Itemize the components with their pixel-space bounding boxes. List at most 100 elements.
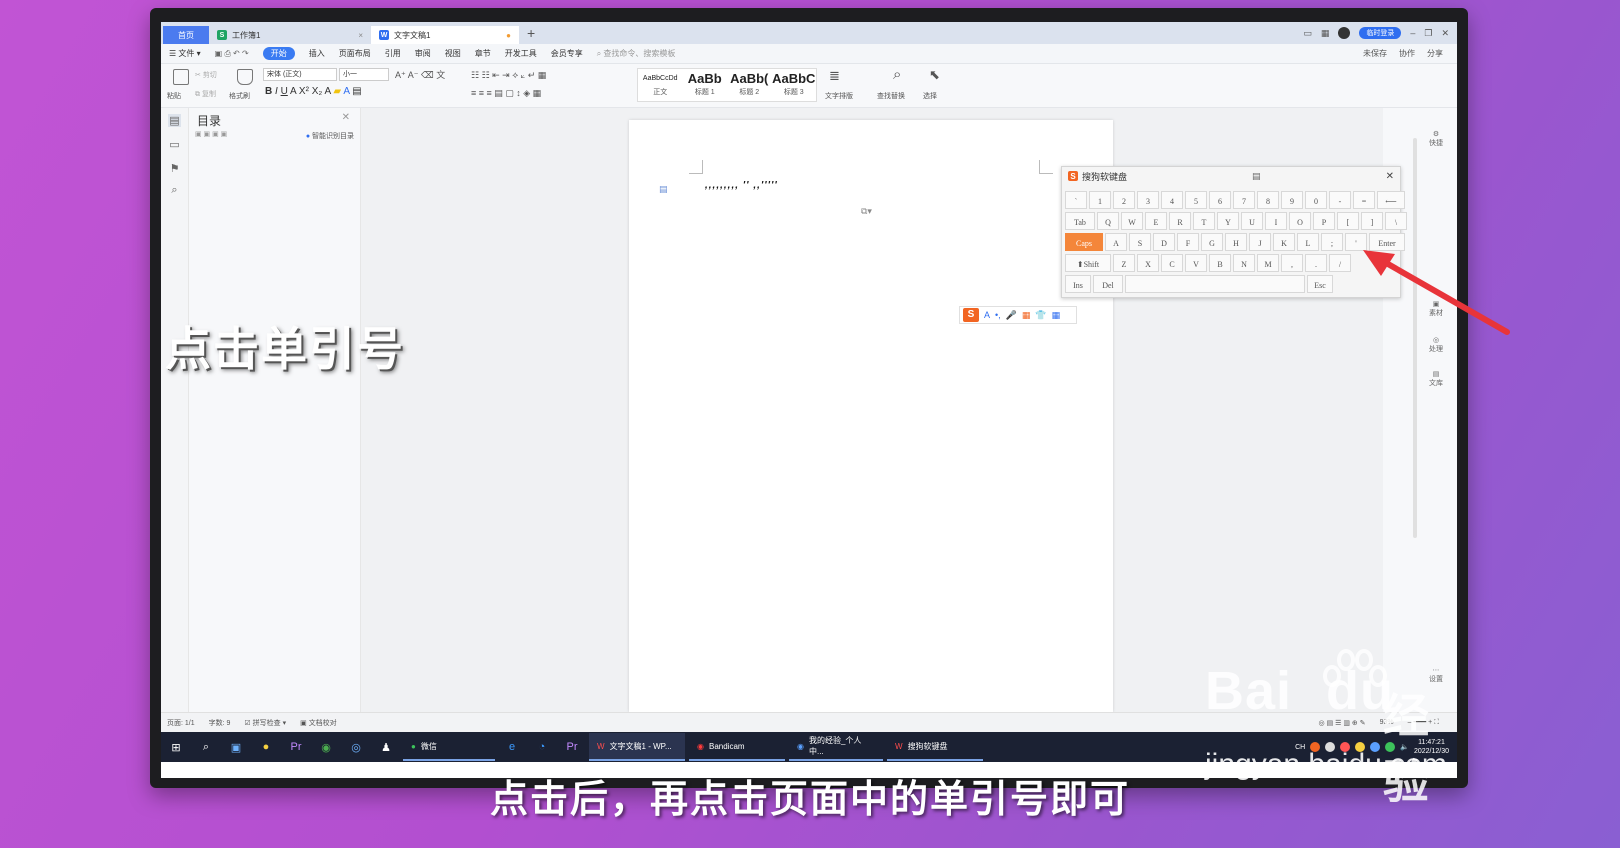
folder-icon[interactable]: ▭ <box>168 138 181 151</box>
key-symbol-0-11[interactable]: - <box>1329 191 1351 209</box>
menu-insert[interactable]: 插入 <box>309 48 325 59</box>
share-button[interactable]: 分享 <box>1427 48 1443 59</box>
tab-home[interactable]: 首页 <box>163 26 209 44</box>
ime-skin-icon[interactable]: 👕 <box>1035 310 1046 321</box>
minimize-icon[interactable]: – <box>1410 28 1415 38</box>
edge-icon[interactable]: e <box>501 736 523 758</box>
key-2[interactable]: 2 <box>1113 191 1135 209</box>
search-nav-icon[interactable]: ⌕ <box>168 184 181 197</box>
premiere-icon[interactable]: Pr <box>285 736 307 758</box>
sogou-s-icon[interactable]: S <box>963 308 979 322</box>
menu-member[interactable]: 会员专享 <box>551 48 583 59</box>
qq-icon[interactable]: ♟ <box>375 736 397 758</box>
key-X[interactable]: X <box>1137 254 1159 272</box>
key-I[interactable]: I <box>1265 212 1287 230</box>
select-cursor-icon[interactable]: ⬉ <box>929 67 940 83</box>
key-0[interactable]: 0 <box>1305 191 1327 209</box>
photos-icon[interactable]: ▣ <box>225 736 247 758</box>
text-layout-icon[interactable]: ≣ <box>829 68 840 84</box>
app-icon[interactable]: ● <box>255 736 277 758</box>
tab-workbook[interactable]: S 工作簿1 × <box>209 26 371 44</box>
key-9[interactable]: 9 <box>1281 191 1303 209</box>
list-icons[interactable]: ☷ ☷ ⇤ ⇥ ⟡ ⟀ ↵ ▦ <box>471 70 546 81</box>
taskbar-wps[interactable]: W 文字文稿1 - WP... <box>589 733 685 761</box>
key-Ins[interactable]: Ins <box>1065 275 1091 293</box>
keyboard-close-icon[interactable]: ✕ <box>1386 171 1394 182</box>
taskbar-bandicam[interactable]: ◉ Bandicam <box>689 733 785 761</box>
spell-check[interactable]: ☑ 拼写检查 ▾ <box>244 718 286 728</box>
tab-document[interactable]: W 文字文稿1 ● <box>371 26 519 44</box>
key-5[interactable]: 5 <box>1185 191 1207 209</box>
key-space[interactable] <box>1125 275 1305 293</box>
search-icon[interactable]: ⌕ <box>195 736 217 758</box>
ime-grid-icon[interactable]: ▦ <box>1052 310 1061 321</box>
key-symbol-3-8[interactable]: , <box>1281 254 1303 272</box>
key-B[interactable]: B <box>1209 254 1231 272</box>
font-size-select[interactable]: 小一 <box>339 68 389 81</box>
key-G[interactable]: G <box>1201 233 1223 251</box>
premiere2-icon[interactable]: Pr <box>561 736 583 758</box>
doc-proof[interactable]: ▣ 文档校对 <box>300 718 337 728</box>
key-D[interactable]: D <box>1153 233 1175 251</box>
key-symbol-2-10[interactable]: ; <box>1321 233 1343 251</box>
style-heading-3[interactable]: AaBbC 标题 3 <box>772 69 817 101</box>
key-6[interactable]: 6 <box>1209 191 1231 209</box>
close-window-icon[interactable]: ✕ <box>1441 28 1449 39</box>
text-format-icons[interactable]: B I U A X² X₂ A ▰ A ▤ <box>265 86 362 97</box>
save-status[interactable]: 未保存 <box>1363 48 1387 59</box>
key-symbol-1-13[interactable]: \ <box>1385 212 1407 230</box>
start-icon[interactable]: ⊞ <box>165 736 187 758</box>
key-symbol-1-11[interactable]: [ <box>1337 212 1359 230</box>
file-menu[interactable]: ☰ 文件 ▾ <box>169 48 201 59</box>
format-painter-icon[interactable] <box>237 69 253 85</box>
ime-mic-icon[interactable]: 🎤 <box>1006 310 1017 321</box>
font-family-select[interactable]: 宋体 (正文) <box>263 68 337 81</box>
library-tool[interactable]: ▤ 文库 <box>1421 370 1451 388</box>
new-tab-icon[interactable]: + <box>527 25 535 41</box>
key-R[interactable]: R <box>1169 212 1191 230</box>
menu-start[interactable]: 开始 <box>262 47 295 60</box>
document-text[interactable]: ,,,,,,,,, '' ,,''''' <box>705 180 778 191</box>
toc-nav-icon[interactable]: ▤ <box>168 114 181 127</box>
document-page[interactable]: ▤ ,,,,,,,,, '' ,,''''' ⧉▾ <box>629 120 1113 712</box>
menu-view[interactable]: 视图 <box>445 48 461 59</box>
toc-tool-icons[interactable]: ▣ ▣ ▣ ▣ <box>195 130 227 138</box>
key-Shift[interactable]: ⬆Shift <box>1065 254 1111 272</box>
key-K[interactable]: K <box>1273 233 1295 251</box>
menu-section[interactable]: 章节 <box>475 48 491 59</box>
key-W[interactable]: W <box>1121 212 1143 230</box>
taskbar-experience[interactable]: ◉ 我的经验_个人中... <box>789 733 883 761</box>
taskbar-sogou[interactable]: W 搜狗软键盘 <box>887 733 983 761</box>
key-7[interactable]: 7 <box>1233 191 1255 209</box>
cut-button[interactable]: ✂ 剪切 <box>195 70 217 80</box>
key-8[interactable]: 8 <box>1257 191 1279 209</box>
chrome-icon[interactable]: ◉ <box>315 736 337 758</box>
key-symbol-0-13[interactable]: ⟵ <box>1377 191 1405 209</box>
key-symbol-3-10[interactable]: / <box>1329 254 1351 272</box>
key-L[interactable]: L <box>1297 233 1319 251</box>
edge-new-icon[interactable]: ◔ <box>531 736 553 758</box>
toc-close-icon[interactable]: ✕ <box>342 112 350 123</box>
quick-tools-icon[interactable]: ▣ ⎙ ↶ ↷ <box>215 49 249 59</box>
style-heading-1[interactable]: AaBb 标题 1 <box>683 69 728 101</box>
smart-toc-button[interactable]: ● 智能识别目录 <box>306 131 354 141</box>
menu-reference[interactable]: 引用 <box>385 48 401 59</box>
close-icon[interactable]: × <box>358 31 363 40</box>
paragraph-handle-icon[interactable]: ▤ <box>659 184 668 195</box>
collaborate-button[interactable]: 协作 <box>1399 48 1415 59</box>
key-U[interactable]: U <box>1241 212 1263 230</box>
ime-lang-icon[interactable]: A <box>984 310 990 320</box>
key-symbol-0-0[interactable]: ` <box>1065 191 1087 209</box>
quick-tool[interactable]: ⚙ 快捷 <box>1421 130 1451 148</box>
key-symbol-1-12[interactable]: ] <box>1361 212 1383 230</box>
key-Q[interactable]: Q <box>1097 212 1119 230</box>
key-C[interactable]: C <box>1161 254 1183 272</box>
keyboard-menu-icon[interactable]: ▤ <box>1252 171 1261 182</box>
browser-icon[interactable]: ◎ <box>345 736 367 758</box>
style-normal[interactable]: AaBbCcDd 正文 <box>638 69 683 101</box>
layout-icon[interactable]: ▭ <box>1303 28 1312 39</box>
key-Caps[interactable]: Caps <box>1065 233 1103 251</box>
key-E[interactable]: E <box>1145 212 1167 230</box>
key-H[interactable]: H <box>1225 233 1247 251</box>
key-Z[interactable]: Z <box>1113 254 1135 272</box>
